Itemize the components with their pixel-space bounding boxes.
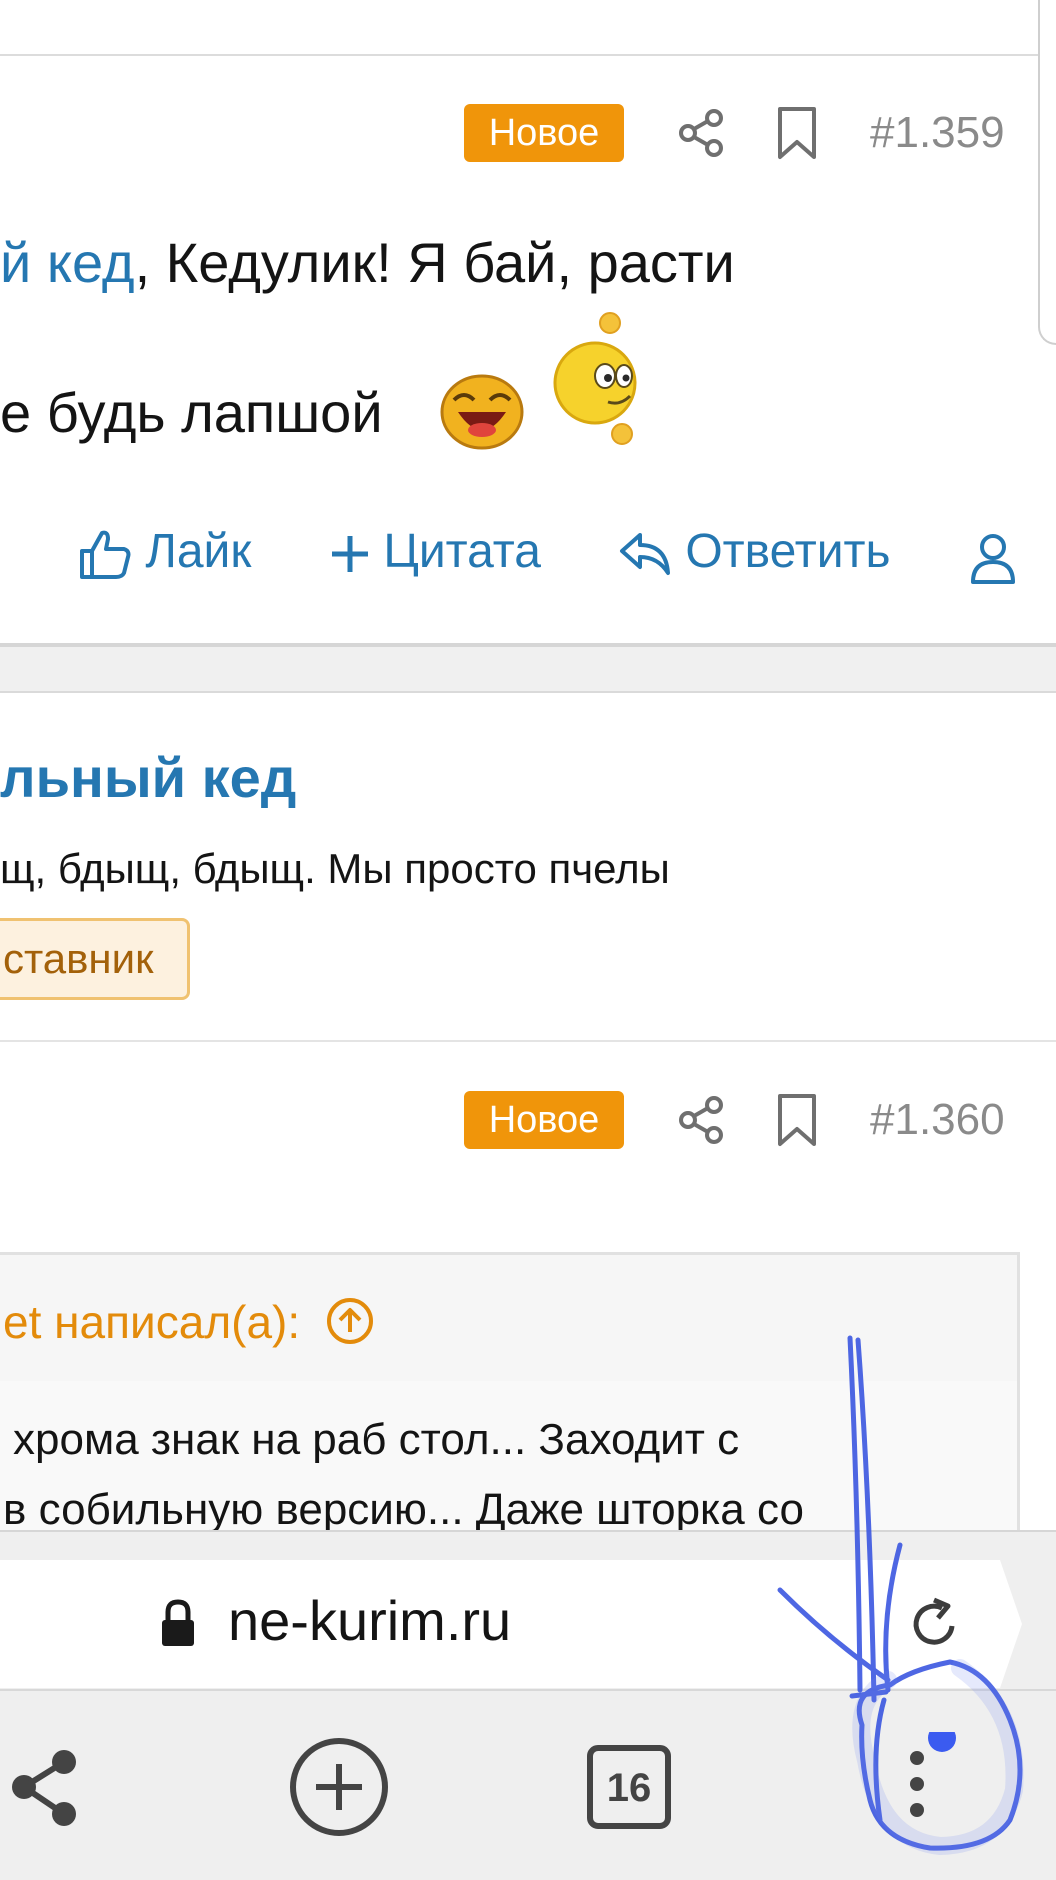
toolbar-divider xyxy=(0,1689,1056,1691)
laughing-smiley-icon xyxy=(440,374,524,450)
share-icon[interactable] xyxy=(676,106,726,160)
mention-link[interactable]: й кед xyxy=(0,231,135,294)
bookmark-icon[interactable] xyxy=(772,106,822,160)
post-number[interactable]: #1.359 xyxy=(870,104,1005,162)
reply-label: Ответить xyxy=(685,525,891,578)
bookmark-icon[interactable] xyxy=(772,1093,822,1147)
reload-icon[interactable] xyxy=(904,1594,964,1654)
new-tab-plus-icon[interactable] xyxy=(284,1732,394,1842)
quote-block: et написал(а): хрома знак на раб стол...… xyxy=(0,1252,1020,1552)
winking-smiley-icon xyxy=(553,312,637,445)
quote-author: et написал(а): xyxy=(3,1296,301,1348)
post-number[interactable]: #1.360 xyxy=(870,1091,1005,1149)
quote-title[interactable]: et написал(а): xyxy=(3,1295,375,1349)
post-gap-border xyxy=(0,691,1056,693)
tabs-button[interactable]: 16 xyxy=(574,1732,684,1842)
plus-icon xyxy=(332,536,368,573)
quote-text-line: хрома знак на раб стол... Заходит с xyxy=(13,1415,740,1464)
post-actions: Лайк Цитата Ответить xyxy=(0,520,1056,584)
user-role-badge: ставник xyxy=(0,918,190,1000)
like-label: Лайк xyxy=(145,525,252,578)
more-menu-icon[interactable] xyxy=(862,1732,972,1842)
message-text: , Кедулик! Я бай, расти xyxy=(134,231,735,294)
reply-arrow-icon xyxy=(620,533,670,576)
tab-count: 16 xyxy=(606,1766,652,1810)
quote-header: et написал(а): xyxy=(0,1255,1017,1381)
post-gap xyxy=(0,647,1056,691)
like-button[interactable]: Лайк xyxy=(78,520,251,584)
message-line-2: е будь лапшой xyxy=(0,381,383,444)
user-icon[interactable] xyxy=(970,526,1016,590)
username-link[interactable]: льный кед xyxy=(0,745,296,810)
previous-post-bottom xyxy=(0,0,1056,56)
share-icon[interactable] xyxy=(676,1093,726,1147)
arrow-up-circle-icon[interactable] xyxy=(325,1296,375,1346)
quote-button[interactable]: Цитата xyxy=(330,520,541,584)
message-line-1: й кед, Кедулик! Я бай, расти xyxy=(0,228,735,298)
post-header: Новое #1.359 xyxy=(0,104,1040,174)
url-text[interactable]: ne-kurim.ru xyxy=(228,1588,511,1653)
page-edge xyxy=(1038,0,1056,345)
user-status: щ, бдыщ, бдыщ. Мы просто пчелы xyxy=(0,845,670,892)
reply-button[interactable]: Ответить xyxy=(618,520,891,584)
browser-toolbar: ne-kurim.ru 16 xyxy=(0,1530,1056,1880)
user-divider xyxy=(0,1040,1056,1042)
lock-icon xyxy=(162,1599,194,1646)
quote-label: Цитата xyxy=(383,525,541,578)
thumbs-up-icon xyxy=(80,530,131,580)
quote-text-line: в собильную версию... Даже шторка со xyxy=(3,1485,804,1534)
notification-dot xyxy=(928,1732,956,1752)
post-header-2: Новое #1.360 xyxy=(0,1091,1040,1161)
new-badge: Новое xyxy=(464,104,624,162)
share-icon[interactable] xyxy=(0,1732,104,1842)
new-badge: Новое xyxy=(464,1091,624,1149)
address-bar-tip xyxy=(1000,1560,1022,1688)
